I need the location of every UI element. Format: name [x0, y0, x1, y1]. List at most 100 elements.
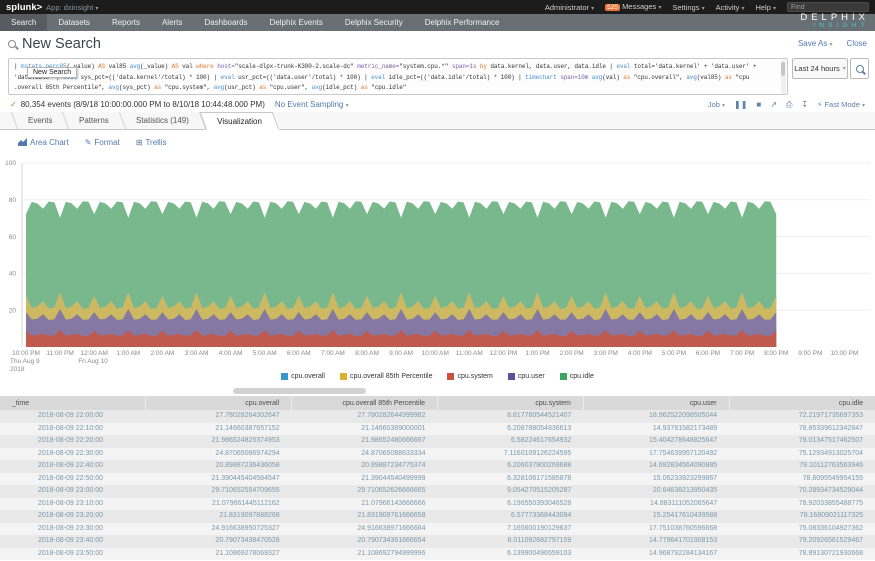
- cell-cpu-overall[interactable]: 24.916638950725327: [146, 523, 292, 536]
- find-input[interactable]: [787, 2, 869, 12]
- cell-cpu-overall[interactable]: 21.079661445112162: [146, 498, 292, 511]
- cell-cpu-idle[interactable]: 75.08336104927362: [729, 523, 875, 536]
- cell-cpu-system[interactable]: 6.208788054836613: [437, 423, 583, 436]
- cell-cpu-overall[interactable]: 21.390445404584547: [146, 473, 292, 486]
- cell-time[interactable]: 2018-08-09 23:40:00: [0, 535, 146, 548]
- cell-cpu-user[interactable]: 17.751038760596668: [583, 523, 729, 536]
- cell-cpu-user[interactable]: 14.883111052065647: [583, 498, 729, 511]
- nav-item-delphix-performance[interactable]: Delphix Performance: [414, 14, 511, 31]
- cell-time[interactable]: 2018-08-09 22:30:00: [0, 448, 146, 461]
- cell-cpu-user[interactable]: 14.692834564090885: [583, 460, 729, 473]
- save-as-button[interactable]: Save As ▾: [798, 39, 833, 48]
- cell-cpu-overall-85th-percentile[interactable]: 29.710652626666665: [292, 485, 438, 498]
- search-query-input[interactable]: | mstats perc85(_value) AS val85 avg(_va…: [8, 58, 788, 95]
- cell-cpu-idle[interactable]: 79.20926561529467: [729, 535, 875, 548]
- cell-cpu-overall[interactable]: 27.78028264302647: [146, 410, 292, 423]
- time-range-picker[interactable]: Last 24 hours▾: [792, 58, 848, 79]
- cell-cpu-system[interactable]: 6.206037800269688: [437, 460, 583, 473]
- cell-cpu-overall[interactable]: 29.710652554709655: [146, 485, 292, 498]
- column-header-cpu-user[interactable]: cpu.user: [583, 396, 729, 410]
- cell-cpu-user[interactable]: 15.06233923299867: [583, 473, 729, 486]
- close-button[interactable]: Close: [847, 39, 867, 48]
- cell-cpu-system[interactable]: 6.139900496559103: [437, 548, 583, 561]
- cell-cpu-system[interactable]: 7.165600190129637: [437, 523, 583, 536]
- chart-type-button[interactable]: Area Chart: [18, 138, 69, 147]
- cell-time[interactable]: 2018-08-09 22:20:00: [0, 435, 146, 448]
- tab-statistics-149[interactable]: Statistics (149): [120, 112, 206, 129]
- splunk-logo[interactable]: splunk>: [6, 2, 42, 13]
- cell-cpu-user[interactable]: 15.25417610439588: [583, 510, 729, 523]
- cell-cpu-overall[interactable]: 21.14660387657152: [146, 423, 292, 436]
- cell-cpu-idle[interactable]: 78.01347517462507: [729, 435, 875, 448]
- search-mode-menu[interactable]: ⚡ Fast Mode ▾: [817, 100, 865, 109]
- column-header-cpu-idle[interactable]: cpu.idle: [729, 396, 875, 410]
- settings-menu[interactable]: Settings ▾: [672, 3, 704, 12]
- cell-cpu-idle[interactable]: 75.12934913025704: [729, 448, 875, 461]
- cell-cpu-overall-85th-percentile[interactable]: 21.98652480666667: [292, 435, 438, 448]
- cell-cpu-overall-85th-percentile[interactable]: 21.831909761666658: [292, 510, 438, 523]
- cell-time[interactable]: 2018-08-09 22:00:00: [0, 410, 146, 423]
- cell-time[interactable]: 2018-08-09 23:50:00: [0, 548, 146, 561]
- help-menu[interactable]: Help ▾: [755, 3, 776, 12]
- app-menu[interactable]: App: dxinsight ▾: [46, 3, 98, 12]
- cell-cpu-system[interactable]: 6.328106171585878: [437, 473, 583, 486]
- cell-cpu-overall[interactable]: 20.79073438470528: [146, 535, 292, 548]
- trellis-button[interactable]: ⊞Trellis: [136, 138, 167, 147]
- cell-cpu-idle[interactable]: 78.16809021117325: [729, 510, 875, 523]
- cell-cpu-system[interactable]: 7.1160109126224595: [437, 448, 583, 461]
- cell-cpu-overall-85th-percentile[interactable]: 21.07966143666666: [292, 498, 438, 511]
- cell-cpu-overall-85th-percentile[interactable]: 24.916638971666664: [292, 523, 438, 536]
- cell-time[interactable]: 2018-08-09 23:20:00: [0, 510, 146, 523]
- cell-time[interactable]: 2018-08-09 22:10:00: [0, 423, 146, 436]
- cell-time[interactable]: 2018-08-09 23:30:00: [0, 523, 146, 536]
- cell-cpu-user[interactable]: 17.754639957120492: [583, 448, 729, 461]
- column-header-time[interactable]: _time: [0, 396, 146, 410]
- column-header-cpu-overall[interactable]: cpu.overall: [146, 396, 292, 410]
- nav-item-dashboards[interactable]: Dashboards: [193, 14, 258, 31]
- cell-cpu-idle[interactable]: 78.92033855488775: [729, 498, 875, 511]
- stop-icon[interactable]: ■: [756, 100, 761, 109]
- cell-cpu-overall-85th-percentile[interactable]: 21.39044540499999: [292, 473, 438, 486]
- cell-cpu-overall[interactable]: 21.986524825374953: [146, 435, 292, 448]
- nav-item-delphix-events[interactable]: Delphix Events: [259, 14, 334, 31]
- column-header-cpu-system[interactable]: cpu.system: [437, 396, 583, 410]
- tab-patterns[interactable]: Patterns: [63, 112, 126, 129]
- user-menu[interactable]: Administrator ▾: [545, 3, 594, 12]
- cell-cpu-idle[interactable]: 78.85339612342847: [729, 423, 875, 436]
- cell-time[interactable]: 2018-08-09 22:40:00: [0, 460, 146, 473]
- print-icon[interactable]: ⎙: [786, 100, 792, 110]
- cell-cpu-user[interactable]: 14.779641701908153: [583, 535, 729, 548]
- nav-item-reports[interactable]: Reports: [101, 14, 151, 31]
- cell-cpu-overall-85th-percentile[interactable]: 27.780282644999982: [292, 410, 438, 423]
- export-icon[interactable]: ↧: [801, 100, 808, 109]
- cell-cpu-overall-85th-percentile[interactable]: 20.89887234775374: [292, 460, 438, 473]
- horizontal-scrollbar-thumb[interactable]: [233, 388, 366, 394]
- cell-cpu-overall[interactable]: 24.87065086974294: [146, 448, 292, 461]
- cell-cpu-system[interactable]: 6.57773368443094: [437, 510, 583, 523]
- legend-item-cpu-idle[interactable]: cpu.idle: [560, 373, 594, 380]
- cell-cpu-user[interactable]: 15.404278648825647: [583, 435, 729, 448]
- cell-cpu-overall[interactable]: 21.10869278069327: [146, 548, 292, 561]
- column-header-cpu-overall-85th-percentile[interactable]: cpu.overall 85th Percentile: [292, 396, 438, 410]
- nav-item-datasets[interactable]: Datasets: [47, 14, 101, 31]
- cell-cpu-overall-85th-percentile[interactable]: 24.87065088633334: [292, 448, 438, 461]
- cell-cpu-overall[interactable]: 20.89887236436058: [146, 460, 292, 473]
- cell-cpu-idle[interactable]: 72.21971735697353: [729, 410, 875, 423]
- event-sampling-menu[interactable]: No Event Sampling ▾: [275, 100, 349, 109]
- chart-canvas[interactable]: 2040608010010:00 PMThu Aug 9201811:00 PM…: [0, 152, 875, 398]
- cell-cpu-system[interactable]: 6.196550393046528: [437, 498, 583, 511]
- cell-cpu-user[interactable]: 14.93781582173489: [583, 423, 729, 436]
- run-search-button[interactable]: [850, 58, 869, 79]
- cell-cpu-idle[interactable]: 78.6095549954155: [729, 473, 875, 486]
- cell-time[interactable]: 2018-08-09 23:10:00: [0, 498, 146, 511]
- legend-item-cpu-user[interactable]: cpu.user: [508, 373, 545, 380]
- legend-item-cpu-overall[interactable]: cpu.overall: [281, 373, 325, 380]
- cell-cpu-idle[interactable]: 70.28934734529044: [729, 485, 875, 498]
- cell-cpu-overall-85th-percentile[interactable]: 20.790734361666654: [292, 535, 438, 548]
- nav-item-search[interactable]: Search: [0, 14, 47, 31]
- cell-cpu-user[interactable]: 14.968792284134167: [583, 548, 729, 561]
- tab-visualization[interactable]: Visualization: [200, 112, 279, 130]
- cell-cpu-user[interactable]: 18.962522098505044: [583, 410, 729, 423]
- activity-menu[interactable]: Activity ▾: [716, 3, 745, 12]
- pause-icon[interactable]: ❚❚: [734, 100, 747, 109]
